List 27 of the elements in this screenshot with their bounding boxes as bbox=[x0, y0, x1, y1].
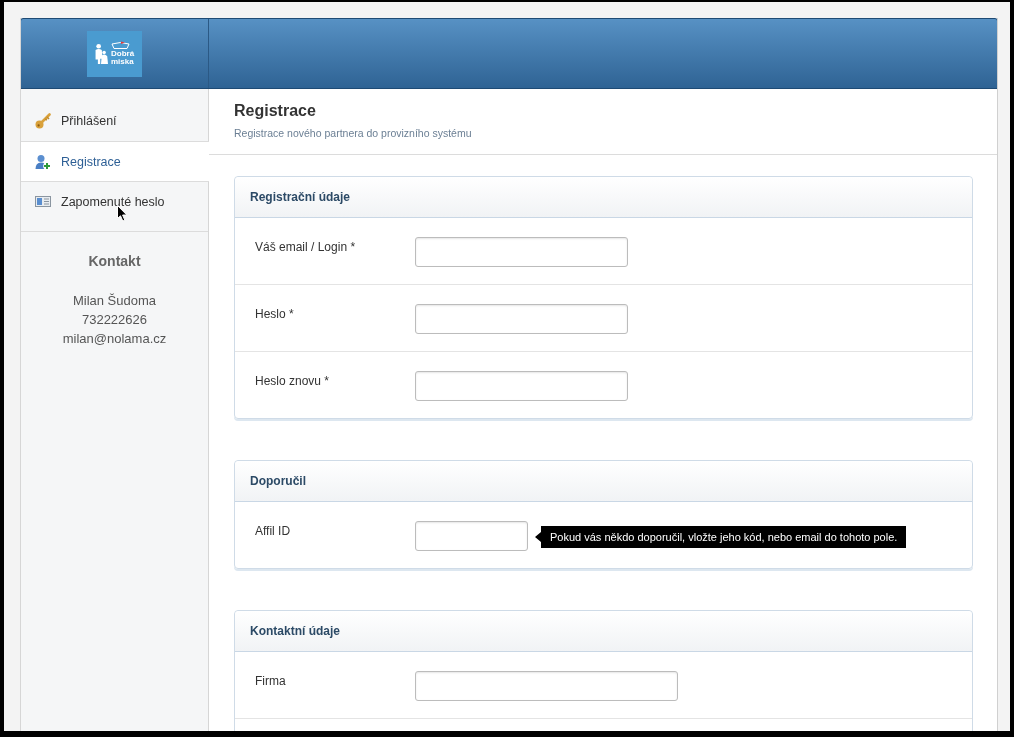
bowl-icon bbox=[111, 41, 130, 49]
id-card-icon bbox=[35, 196, 51, 207]
nav-item[interactable]: Přihlášení bbox=[21, 101, 209, 141]
text-field[interactable] bbox=[415, 237, 628, 267]
page-title: Registrace bbox=[234, 101, 317, 121]
text-field[interactable] bbox=[415, 304, 628, 334]
nav-item[interactable]: Registrace bbox=[21, 141, 209, 181]
panel-title: Doporučil bbox=[250, 474, 306, 488]
phone-number: 732222626 bbox=[80, 311, 149, 329]
contact-title: Kontakt bbox=[87, 252, 142, 270]
field-label: Váš email / Login * bbox=[255, 239, 357, 255]
text-field[interactable] bbox=[415, 521, 528, 551]
logo-text: Dobrá miska bbox=[111, 50, 136, 66]
field-label: Affil ID bbox=[255, 523, 292, 539]
user-add-icon bbox=[35, 153, 51, 170]
text-field[interactable] bbox=[415, 371, 628, 401]
page-subtitle: Registrace nového partnera do provizního systému bbox=[234, 126, 473, 140]
text-field[interactable] bbox=[415, 671, 678, 701]
field-label: Heslo * bbox=[255, 306, 295, 322]
panel-title: Registrační údaje bbox=[250, 190, 351, 204]
field-label: Heslo znovu * bbox=[255, 373, 331, 389]
field-label: Firma bbox=[255, 673, 287, 689]
tooltip: Pokud vás někdo doporučil, vložte jeho kód, nebo email do tohoto pole. bbox=[535, 526, 907, 548]
contact-name: Milan Šudoma bbox=[71, 292, 158, 310]
panel-title: Kontaktní údaje bbox=[250, 624, 340, 638]
email-address: milan@nolama.cz bbox=[61, 330, 168, 348]
key-icon bbox=[35, 113, 51, 129]
